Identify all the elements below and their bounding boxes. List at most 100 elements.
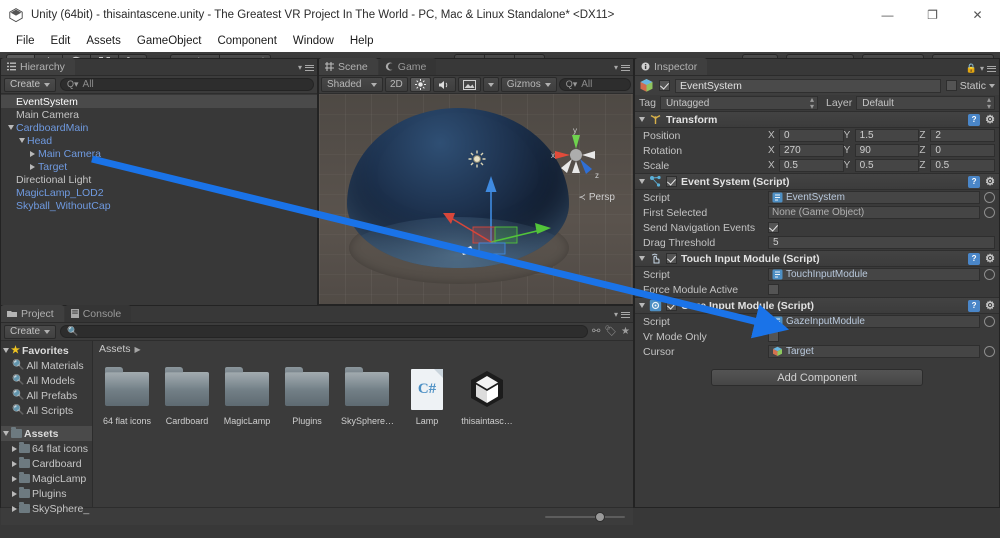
chevron-right-icon[interactable]: [12, 460, 17, 467]
gameobject-active-checkbox[interactable]: [659, 80, 670, 91]
hierarchy-item[interactable]: Main Camera: [1, 147, 317, 160]
project-tree[interactable]: ★ Favorites 🔍 All Materials 🔍 All Models 🔍 All …: [1, 341, 93, 515]
axis-x-input[interactable]: 0.5: [779, 159, 844, 172]
property-checkbox[interactable]: [768, 222, 779, 233]
chevron-right-icon[interactable]: [27, 163, 38, 170]
scene-search-input[interactable]: Q▾ All: [558, 78, 631, 91]
chevron-right-icon[interactable]: [12, 490, 17, 497]
help-icon[interactable]: ?: [968, 175, 981, 188]
asset-grid[interactable]: 64 flat icons Cardboard MagicLamp Plugins Sk…: [93, 357, 633, 426]
tab-hierarchy[interactable]: Hierarchy: [1, 58, 75, 75]
project-content[interactable]: Assets ▶ 64 flat icons Cardboard MagicLamp…: [93, 341, 633, 507]
scene-effects-toggle[interactable]: [457, 77, 481, 92]
chevron-down-icon[interactable]: [3, 348, 9, 353]
hierarchy-item[interactable]: Target: [1, 160, 317, 173]
maximize-restore-button[interactable]: ❐: [910, 0, 955, 30]
scene-lighting-toggle[interactable]: [409, 77, 431, 92]
axis-y-input[interactable]: 90: [854, 144, 920, 157]
object-picker-button[interactable]: [984, 192, 995, 203]
hierarchy-item[interactable]: Main Camera: [1, 108, 317, 121]
gear-icon[interactable]: ⚙: [985, 252, 995, 265]
gear-icon[interactable]: ⚙: [985, 175, 995, 188]
scene-orientation-gizmo[interactable]: y x z: [545, 124, 607, 186]
add-component-button[interactable]: Add Component: [711, 369, 923, 386]
object-reference-field[interactable]: None (Game Object): [768, 206, 980, 219]
axis-x-input[interactable]: 270: [779, 144, 844, 157]
asset-item[interactable]: Cardboard: [161, 363, 213, 426]
hierarchy-item[interactable]: CardboardMain: [1, 121, 317, 134]
favorite-filter-icon[interactable]: ★: [621, 326, 630, 337]
project-tree-item[interactable]: 🔍 All Scripts: [1, 403, 92, 418]
chevron-down-icon[interactable]: [639, 179, 645, 184]
breadcrumb[interactable]: Assets ▶: [93, 341, 633, 357]
menu-assets[interactable]: Assets: [78, 33, 129, 49]
asset-item[interactable]: MagicLamp: [221, 363, 273, 426]
filter-by-label-icon[interactable]: 🏷: [604, 326, 617, 337]
object-picker-button[interactable]: [984, 269, 995, 280]
project-tree-assets[interactable]: Assets: [1, 426, 92, 441]
object-reference-field[interactable]: Target: [768, 345, 980, 358]
zoom-slider-handle[interactable]: [595, 511, 605, 522]
project-tree-item[interactable]: 🔍 All Prefabs: [1, 388, 92, 403]
component-header[interactable]: Transform? ⚙: [635, 111, 999, 128]
chevron-right-icon[interactable]: [12, 505, 17, 512]
tab-console[interactable]: Console: [64, 305, 132, 322]
gear-icon[interactable]: ⚙: [985, 299, 995, 312]
close-button[interactable]: ✕: [955, 0, 1000, 30]
chevron-down-icon[interactable]: [639, 117, 645, 122]
hierarchy-create-button[interactable]: Create: [4, 77, 57, 92]
project-tree-item[interactable]: MagicLamp: [1, 471, 92, 486]
help-icon[interactable]: ?: [968, 252, 981, 265]
object-reference-field[interactable]: GazeInputModule: [768, 315, 980, 328]
menu-gameobject[interactable]: GameObject: [129, 33, 210, 49]
inspector-panel-menu[interactable]: 🔒 ▾: [966, 63, 996, 74]
chevron-down-icon[interactable]: [3, 431, 9, 436]
component-header[interactable]: Event System (Script)? ⚙: [635, 173, 999, 190]
tab-project[interactable]: Project: [1, 305, 64, 322]
scene-audio-toggle[interactable]: [432, 77, 456, 92]
asset-item[interactable]: 64 flat icons: [101, 363, 153, 426]
tag-dropdown[interactable]: Untagged ▴ ▾: [659, 96, 818, 111]
axis-z-input[interactable]: 0: [930, 144, 996, 157]
scene-effects-dropdown[interactable]: [482, 77, 499, 92]
object-picker-button[interactable]: [984, 207, 995, 218]
chevron-down-icon[interactable]: [989, 83, 995, 88]
object-picker-button[interactable]: [984, 346, 995, 357]
project-create-button[interactable]: Create: [4, 324, 57, 339]
menu-window[interactable]: Window: [285, 33, 342, 49]
toggle-2d-button[interactable]: 2D: [385, 77, 408, 92]
component-enabled-checkbox[interactable]: [666, 300, 677, 311]
chevron-down-icon[interactable]: [5, 125, 16, 130]
chevron-down-icon[interactable]: [639, 303, 645, 308]
project-tree-favorites[interactable]: ★ Favorites: [1, 343, 92, 358]
menu-component[interactable]: Component: [209, 33, 284, 49]
property-text-input[interactable]: 5: [768, 236, 995, 249]
gameobject-name-field[interactable]: EventSystem: [675, 78, 941, 93]
move-gizmo[interactable]: [429, 172, 559, 262]
chevron-right-icon[interactable]: [12, 475, 17, 482]
hierarchy-item[interactable]: EventSystem: [1, 95, 317, 108]
hierarchy-item[interactable]: Directional Light: [1, 173, 317, 186]
project-search-input[interactable]: 🔍: [60, 325, 588, 338]
project-tree-item[interactable]: 64 flat icons: [1, 441, 92, 456]
scene-panel-menu[interactable]: ▾: [614, 63, 630, 72]
menu-help[interactable]: Help: [342, 33, 382, 49]
asset-item[interactable]: Plugins: [281, 363, 333, 426]
component-header[interactable]: Touch Input Module (Script)? ⚙: [635, 250, 999, 267]
asset-item[interactable]: SkySphere…: [341, 363, 393, 426]
hierarchy-panel-menu[interactable]: ▾: [298, 63, 314, 72]
shading-mode-dropdown[interactable]: Shaded: [321, 77, 383, 92]
menu-edit[interactable]: Edit: [43, 33, 79, 49]
project-tree-item[interactable]: Plugins: [1, 486, 92, 501]
project-tree-item[interactable]: 🔍 All Models: [1, 373, 92, 388]
component-enabled-checkbox[interactable]: [666, 253, 677, 264]
perspective-mode-label[interactable]: ≺ Persp: [578, 192, 615, 203]
chevron-down-icon[interactable]: [639, 256, 645, 261]
object-reference-field[interactable]: TouchInputModule: [768, 268, 980, 281]
axis-z-input[interactable]: 0.5: [930, 159, 996, 172]
axis-y-input[interactable]: 1.5: [854, 129, 920, 142]
object-reference-field[interactable]: EventSystem: [768, 191, 980, 204]
minimize-button[interactable]: —: [865, 0, 910, 30]
hierarchy-search-input[interactable]: Q▾ All: [60, 78, 314, 91]
chevron-right-icon[interactable]: [27, 150, 38, 157]
